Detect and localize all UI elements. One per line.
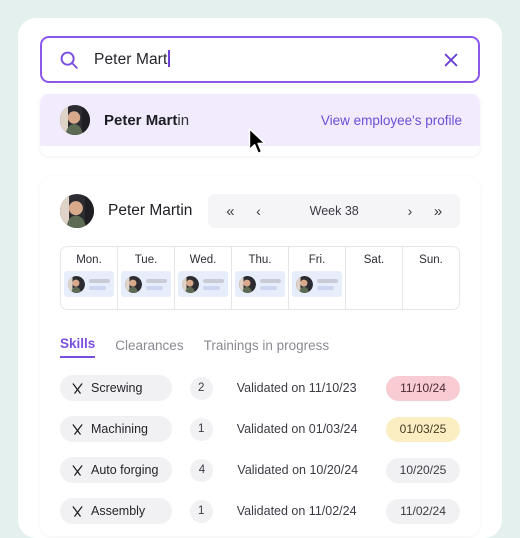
skill-name: Assembly [91, 504, 146, 518]
shift-card[interactable] [178, 271, 228, 297]
clear-search-button[interactable] [438, 47, 464, 73]
day-label: Mon. [76, 254, 102, 266]
day-column-tue: Tue. [118, 247, 175, 309]
avatar [296, 275, 313, 293]
search-suggestions-panel: Peter Martin View employee's profile [40, 94, 480, 156]
day-label: Sun. [419, 254, 443, 266]
tools-icon [72, 505, 83, 517]
skill-validated-date: Validated on 01/03/24 [236, 422, 358, 436]
tools-icon [72, 464, 83, 476]
profile-header: Peter Martin « ‹ Week 38 › » [40, 176, 480, 228]
skill-pill[interactable]: Machining [60, 416, 172, 442]
shift-placeholder-bars [89, 278, 110, 290]
status-badge: 01/03/25 [386, 416, 460, 442]
shift-card[interactable] [292, 271, 342, 297]
search-bar[interactable]: Peter Mart [40, 36, 480, 83]
shift-placeholder-bars [146, 278, 167, 290]
skill-level: 1 [189, 417, 213, 441]
avatar [239, 275, 256, 293]
close-icon [444, 53, 458, 66]
day-label: Thu. [248, 254, 272, 266]
chevron-left-icon[interactable]: ‹ [248, 201, 268, 221]
day-label: Fri. [308, 254, 326, 266]
avatar [182, 275, 199, 293]
day-column-mon: Mon. [61, 247, 118, 309]
day-label: Wed. [189, 254, 217, 266]
skill-pill[interactable]: Screwing [60, 375, 172, 401]
suggestion-name: Peter Martin [104, 112, 189, 129]
skill-validated-date: Validated on 11/10/23 [236, 381, 357, 395]
day-column-sat: Sat. [346, 247, 403, 309]
table-row: Auto forging 4 Validated on 10/20/24 10/… [60, 454, 460, 486]
tab-skills[interactable]: Skills [60, 336, 96, 358]
chevrons-left-icon[interactable]: « [220, 201, 240, 221]
shift-placeholder-bars [260, 278, 281, 290]
skill-pill[interactable]: Assembly [60, 498, 172, 524]
day-label: Tue. [134, 254, 158, 266]
shift-placeholder-bars [317, 278, 338, 290]
skills-list: Screwing 2 Validated on 11/10/23 11/10/2… [60, 372, 460, 536]
skill-level: 4 [190, 458, 214, 482]
tab-clearances[interactable]: Clearances [115, 338, 183, 358]
suggestion-item-peter-martin[interactable]: Peter Martin View employee's profile [40, 94, 480, 146]
chevrons-right-icon[interactable]: » [428, 201, 448, 221]
tab-trainings-in-progress[interactable]: Trainings in progress [204, 338, 330, 358]
page-title: Peter Martin [108, 202, 193, 219]
avatar [125, 275, 142, 293]
skill-pill[interactable]: Auto forging [60, 457, 173, 483]
skill-level: 2 [189, 376, 213, 400]
shift-card[interactable] [235, 271, 285, 297]
status-badge: 10/20/25 [386, 457, 460, 483]
day-column-fri: Fri. [289, 247, 346, 309]
week-schedule-grid: Mon. Tue. Wed. Thu. Fri. Sat. Sun. [60, 246, 460, 310]
view-profile-link[interactable]: View employee's profile [321, 113, 462, 128]
skill-name: Machining [91, 422, 148, 436]
tools-icon [72, 423, 83, 435]
table-row: Assembly 1 Validated on 11/02/24 11/02/2… [60, 495, 460, 527]
avatar [60, 194, 94, 228]
employee-profile-card: Peter Martin « ‹ Week 38 › » Mon. Tue. W… [40, 176, 480, 536]
day-column-sun: Sun. [403, 247, 459, 309]
day-column-wed: Wed. [175, 247, 232, 309]
skill-validated-date: Validated on 10/20/24 [237, 463, 359, 477]
shift-placeholder-bars [203, 278, 224, 290]
search-icon [58, 49, 80, 71]
skill-name: Screwing [91, 381, 143, 395]
profile-tabs: Skills Clearances Trainings in progress [60, 332, 460, 358]
suggestion-name-match: Peter Mart [104, 111, 178, 129]
skill-name: Auto forging [91, 463, 159, 477]
search-input[interactable]: Peter Mart [94, 50, 438, 69]
table-row: Machining 1 Validated on 01/03/24 01/03/… [60, 413, 460, 445]
week-label: Week 38 [309, 204, 359, 218]
search-input-value: Peter Mart [94, 51, 168, 68]
shift-card[interactable] [121, 271, 171, 297]
avatar [60, 105, 90, 135]
shift-card[interactable] [64, 271, 114, 297]
tools-icon [72, 382, 83, 394]
skill-validated-date: Validated on 11/02/24 [236, 504, 357, 518]
chevron-right-icon[interactable]: › [400, 201, 420, 221]
suggestion-name-rest: in [177, 111, 190, 129]
day-label: Sat. [363, 254, 385, 266]
text-caret [168, 50, 170, 67]
table-row: Screwing 2 Validated on 11/10/23 11/10/2… [60, 372, 460, 404]
day-column-thu: Thu. [232, 247, 289, 309]
status-badge: 11/10/24 [386, 375, 460, 401]
avatar [68, 275, 85, 293]
skill-level: 1 [189, 499, 213, 523]
week-navigator: « ‹ Week 38 › » [208, 194, 460, 228]
